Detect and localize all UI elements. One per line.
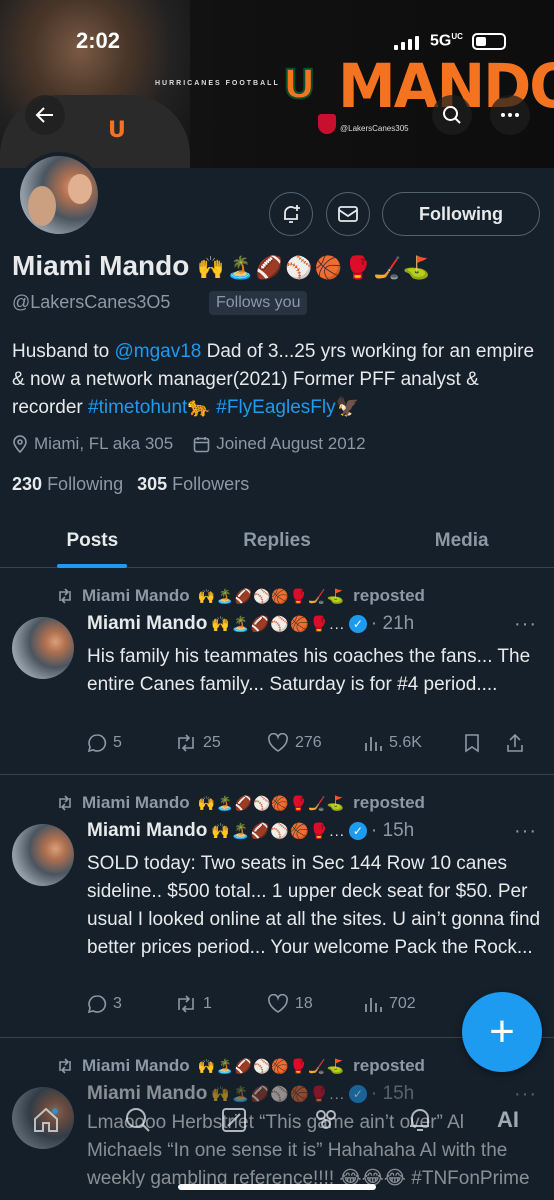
repost-line: Miami Mando 🙌🏝️🏈⚾🏀🥊🏒⛳ reposted	[56, 793, 425, 813]
tab-posts[interactable]: Posts	[0, 514, 185, 567]
battery-icon	[472, 33, 506, 50]
post-text: His family his teammates his coaches the…	[87, 646, 531, 695]
profile-meta: Miami, FL aka 305 Joined August 2012	[12, 434, 366, 454]
signal-icon	[394, 34, 419, 50]
repost-button[interactable]: 1	[175, 995, 267, 1013]
post-avatar[interactable]	[12, 824, 74, 886]
post-actions: 5 25 276 5.6K	[87, 733, 542, 753]
banner-handle-tag: @LakersCanes305	[340, 124, 409, 133]
joined-text: Joined August 2012	[216, 434, 366, 453]
post-more-icon[interactable]: ···	[514, 613, 537, 636]
repost-line: Miami Mando 🙌🏝️🏈⚾🏀🥊🏒⛳ reposted	[56, 1056, 425, 1076]
follows-you-badge: Follows you	[209, 291, 308, 315]
ai-icon[interactable]: AI	[486, 1098, 530, 1142]
verified-badge-icon: ✓	[348, 615, 367, 633]
followers-count-link[interactable]: 305 Followers	[137, 474, 249, 495]
post-more-icon[interactable]: ···	[514, 820, 537, 843]
hashtag-eagles-emoji: 🦅	[335, 397, 360, 418]
repost-icon	[178, 734, 194, 752]
more-icon[interactable]	[490, 95, 530, 135]
following-count-link[interactable]: 230 Following	[12, 474, 123, 495]
hashtag-panthers-emoji: 🐆	[187, 397, 211, 418]
bottom-navigation: AI	[0, 1080, 554, 1200]
bio-hashtag-timetohunt[interactable]: #timetohunt	[88, 397, 187, 418]
profile-banner[interactable]: U HURRICANES FOOTBALL U MANDO @LakersCan…	[0, 0, 554, 168]
tab-media[interactable]: Media	[369, 514, 554, 567]
bio-hashtag-flyeaglesfly[interactable]: #FlyEaglesFly	[216, 397, 335, 418]
following-button[interactable]: Following	[382, 192, 540, 236]
calendar-icon	[193, 436, 210, 452]
bookmark-icon	[465, 734, 479, 753]
views-icon	[365, 737, 382, 751]
post-avatar[interactable]	[12, 617, 74, 679]
banner-shirt-logo: U	[108, 118, 126, 143]
home-indicator	[178, 1184, 376, 1190]
post-author-name[interactable]: Miami Mando	[87, 820, 207, 842]
profile-handle: @LakersCanes3O5	[12, 292, 171, 312]
reply-button[interactable]: 3	[87, 994, 175, 1014]
network-type: 5GUC	[430, 32, 463, 50]
search-icon[interactable]	[432, 95, 472, 135]
reply-button[interactable]: 5	[87, 733, 175, 753]
banner-shield-icon	[318, 114, 336, 134]
search-icon[interactable]	[116, 1098, 160, 1142]
verified-badge-icon: ✓	[348, 822, 367, 840]
repost-icon	[59, 1058, 71, 1074]
repost-icon	[59, 795, 71, 811]
like-button[interactable]: 18	[267, 994, 363, 1014]
post-text: SOLD today: Two seats in Sec 144 Row 10 …	[87, 853, 541, 958]
share-icon	[507, 733, 523, 752]
views-button[interactable]: 702	[363, 994, 463, 1014]
post-time: · 15h	[370, 820, 415, 841]
post-author-emojis: 🙌🏝️🏈⚾🏀🥊...	[211, 616, 345, 633]
profile-bio: Husband to @mgav18 Dad of 3...25 yrs wor…	[12, 338, 542, 422]
communities-icon[interactable]	[304, 1098, 348, 1142]
share-button[interactable]	[505, 733, 525, 753]
status-bar: 2:02 5GUC	[0, 28, 554, 56]
banner-u-logo: U	[282, 61, 317, 109]
follow-counts: 230 Following 305 Followers	[12, 474, 249, 495]
like-button[interactable]: 276	[267, 733, 363, 753]
post-header: Miami Mando 🙌🏝️🏈⚾🏀🥊... ✓ · 15h	[87, 820, 414, 842]
bookmark-button[interactable]	[463, 733, 505, 753]
views-button[interactable]: 5.6K	[363, 733, 463, 753]
profile-joined: Joined August 2012	[193, 434, 366, 454]
location-text: Miami, FL aka 305	[34, 434, 174, 453]
grok-icon[interactable]	[212, 1098, 256, 1142]
views-icon	[365, 998, 382, 1012]
bio-mention-link[interactable]: @mgav18	[114, 341, 201, 362]
notification-bell-add-icon[interactable]	[269, 192, 313, 236]
repost-button[interactable]: 25	[175, 734, 267, 752]
post-item[interactable]: Miami Mando 🙌🏝️🏈⚾🏀🥊🏒⛳ reposted Miami Mando…	[0, 776, 554, 1038]
post-author-emojis: 🙌🏝️🏈⚾🏀🥊...	[211, 823, 345, 840]
notifications-icon[interactable]	[398, 1098, 442, 1142]
post-item[interactable]: Miami Mando 🙌🏝️🏈⚾🏀🥊🏒⛳ reposted Miami Mando…	[0, 569, 554, 775]
profile-location: Miami, FL aka 305	[12, 434, 173, 454]
reply-icon	[87, 734, 107, 753]
bio-text-1: Husband to	[12, 341, 115, 362]
profile-name-text: Miami Mando	[12, 250, 190, 281]
heart-icon	[268, 733, 288, 752]
profile-tabs: Posts Replies Media	[0, 514, 554, 568]
profile-name-emojis: 🙌🏝️🏈⚾🏀🥊🏒⛳	[197, 255, 433, 280]
banner-subtitle: HURRICANES FOOTBALL	[155, 80, 280, 87]
status-time: 2:02	[76, 28, 121, 53]
message-envelope-icon[interactable]	[326, 192, 370, 236]
post-author-name[interactable]: Miami Mando	[87, 613, 207, 635]
location-pin-icon	[13, 435, 27, 453]
profile-avatar[interactable]	[16, 152, 102, 238]
post-time: · 21h	[370, 613, 415, 634]
back-arrow-icon[interactable]	[25, 95, 65, 135]
profile-name: Miami Mando 🙌🏝️🏈⚾🏀🥊🏒⛳	[12, 250, 432, 282]
repost-line: Miami Mando 🙌🏝️🏈⚾🏀🥊🏒⛳ reposted	[56, 586, 425, 606]
reply-icon	[87, 995, 107, 1014]
tab-replies[interactable]: Replies	[185, 514, 370, 567]
repost-icon	[178, 995, 194, 1013]
home-icon[interactable]	[24, 1098, 68, 1142]
heart-icon	[268, 994, 288, 1013]
post-header: Miami Mando 🙌🏝️🏈⚾🏀🥊... ✓ · 21h	[87, 613, 414, 635]
repost-icon	[59, 588, 71, 604]
compose-post-button[interactable]: +	[462, 992, 542, 1072]
